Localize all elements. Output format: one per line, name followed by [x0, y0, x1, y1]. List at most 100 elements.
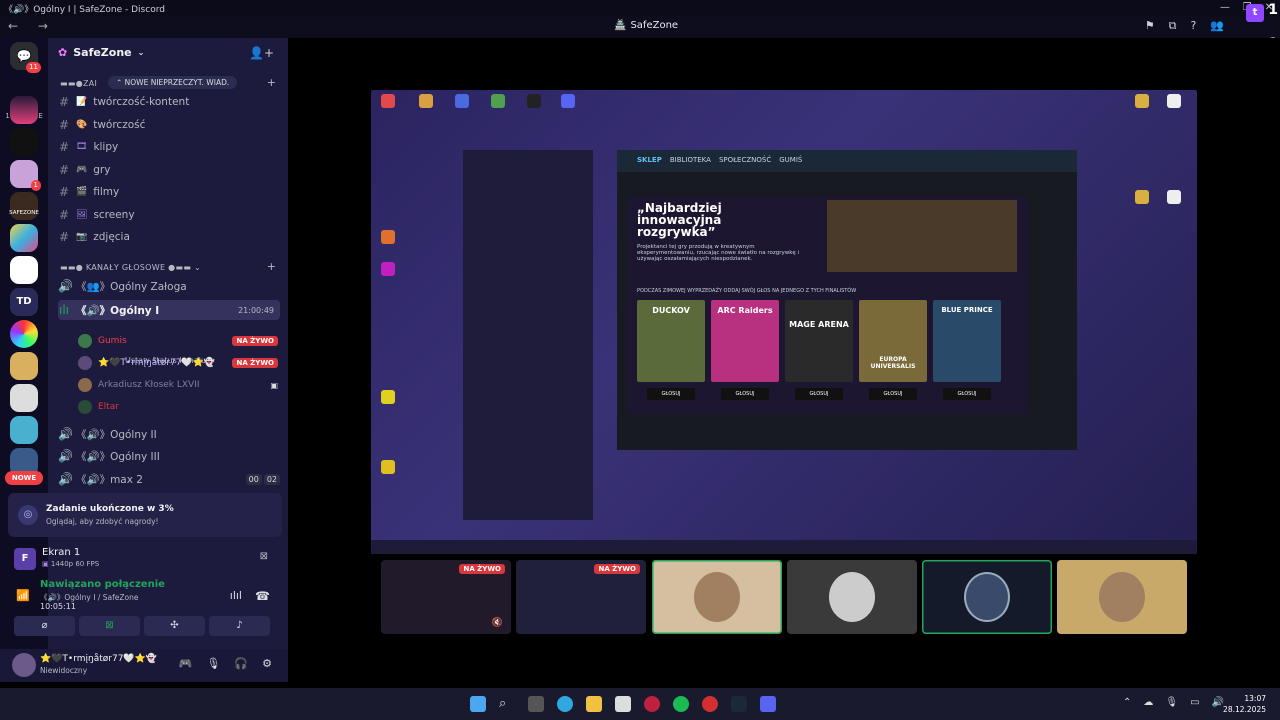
chevron-up-icon[interactable]: ⌃: [1123, 697, 1131, 708]
task-view-icon[interactable]: [528, 696, 544, 712]
user-name[interactable]: ⭐🖤T•rmįŋåtør77🤍⭐👻: [40, 654, 157, 664]
add-channel-icon[interactable]: +: [267, 76, 276, 89]
search-icon[interactable]: ⌕: [499, 696, 515, 712]
voice-user[interactable]: Gumis NA ŻYWO: [78, 332, 278, 350]
server-icon[interactable]: [10, 384, 38, 412]
participant-tile[interactable]: [922, 560, 1052, 634]
quest-subtitle: Oglądaj, aby zdobyć nagrody!: [46, 517, 159, 526]
user-name: Eltar: [98, 402, 119, 412]
server-icon[interactable]: [10, 128, 38, 156]
members-icon[interactable]: 👥: [1210, 19, 1224, 33]
popout-icon[interactable]: ⧉: [1169, 19, 1177, 33]
stop-stream-icon[interactable]: ⊠: [260, 551, 268, 562]
server-icon[interactable]: 1: [10, 160, 41, 191]
channel-screeny[interactable]: # 🖼 screeny: [58, 205, 280, 225]
voice-channel-ogolny-2[interactable]: 🔊 《🔊》Ogólny II: [58, 424, 280, 444]
voice-channel-ogolny-3[interactable]: 🔊 《🔊》Ogólny III: [58, 446, 280, 466]
channel-emoji: 🎞: [76, 142, 88, 152]
discord-icon[interactable]: [760, 696, 776, 712]
voice-user[interactable]: Arkadiusz Kłosek LXVII ▣: [78, 376, 278, 394]
server-icon[interactable]: [10, 416, 38, 444]
participant-tile[interactable]: NA ŻYWO 🔇: [381, 560, 511, 634]
category-header[interactable]: ▬▬●ZAI: [60, 79, 97, 88]
voice-user[interactable]: Eltar: [78, 398, 278, 416]
channel-filmy[interactable]: # 🎬 filmy: [58, 182, 280, 202]
new-unread-pill[interactable]: NOWE: [5, 471, 43, 485]
server-icon[interactable]: [10, 256, 38, 284]
direct-messages-button[interactable]: 💬 11: [10, 42, 41, 73]
steam-nav: SKLEP BIBLIOTEKA SPOŁECZNOŚĆ GUMIŚ: [617, 150, 1077, 172]
channel-tworczosc[interactable]: # 🎨 twórczość: [58, 115, 280, 135]
opera-icon[interactable]: [644, 696, 660, 712]
flag-icon[interactable]: ⚑: [1145, 19, 1155, 33]
channel-klipy[interactable]: # 🎞 klipy: [58, 137, 280, 157]
voice-category-header[interactable]: ▬▬● KANAŁY GŁOSOWE ●▬▬ ⌄: [60, 263, 201, 272]
signal-icon[interactable]: 📶: [16, 589, 30, 602]
steam-nav-item: SKLEP: [637, 156, 662, 164]
user-controls: 🎮 🎙 🎧 ⚙: [179, 657, 272, 670]
gamepad-icon[interactable]: 🎮: [179, 657, 193, 670]
edge-icon[interactable]: [557, 696, 573, 712]
history-arrows[interactable]: ← →: [8, 19, 56, 33]
clock-date: 28.12.2025: [1223, 705, 1266, 714]
server-icon[interactable]: [10, 320, 38, 348]
voice-status[interactable]: Nawiązano połączenie: [40, 579, 165, 590]
hash-icon: #: [58, 95, 70, 109]
store-icon[interactable]: [615, 696, 631, 712]
server-header[interactable]: ✿ SafeZone ⌄: [58, 46, 144, 59]
channel-gry[interactable]: # 🎮 gry: [58, 160, 280, 180]
channel-timer: 21:00:49: [238, 305, 274, 315]
game-card: BLUE PRINCE: [933, 300, 1001, 382]
counter-current: 00: [245, 473, 262, 485]
spotify-icon[interactable]: [673, 696, 689, 712]
screen-share-button[interactable]: ⊠: [79, 616, 140, 636]
stream-video[interactable]: SKLEP BIBLIOTEKA SPOŁECZNOŚĆ GUMIŚ „Najb…: [371, 90, 1197, 554]
clock[interactable]: 13:07 28.12.2025: [1223, 693, 1266, 715]
voice-channel-ogolny-1[interactable]: ılı 《🔊》Ogólny I 21:00:49: [58, 300, 280, 320]
camera-off-button[interactable]: ⌀: [14, 616, 75, 636]
disconnect-icon[interactable]: ☎: [255, 589, 270, 603]
app-icon[interactable]: [702, 696, 718, 712]
system-tray: ⌃ ☁ 🎙 ▭ 🔊: [1123, 697, 1224, 708]
channel-tworczosc-kontent[interactable]: # 📝 twórczość-kontent: [58, 92, 280, 112]
server-icon[interactable]: [10, 352, 38, 380]
channel-label: twórczość-kontent: [93, 96, 190, 108]
vote-button: GŁOSUJ: [869, 388, 917, 400]
server-icon[interactable]: [10, 96, 38, 124]
participant-tile[interactable]: [1057, 560, 1187, 634]
game-title: EUROPA UNIVERSALIS: [870, 356, 916, 370]
help-icon[interactable]: ?: [1190, 19, 1196, 33]
server-icon[interactable]: [10, 224, 38, 252]
server-icon[interactable]: TD: [10, 288, 38, 316]
noise-suppression-icon[interactable]: ılıl: [230, 589, 242, 602]
participant-tile[interactable]: NA ŻYWO: [516, 560, 646, 634]
file-explorer-icon[interactable]: [586, 696, 602, 712]
microphone-icon[interactable]: 🎙: [206, 657, 220, 670]
voice-channel-zaloga[interactable]: 🔊 《👥》Ogólny Załoga: [58, 276, 280, 296]
headphones-icon[interactable]: 🎧: [234, 657, 248, 670]
gear-icon[interactable]: ⚙: [262, 657, 272, 670]
quest-card[interactable]: ◎ Zadanie ukończone w 3% Oglądaj, aby zd…: [8, 493, 282, 537]
participant-tile[interactable]: [652, 560, 782, 634]
activities-button[interactable]: ✣: [144, 616, 205, 636]
add-voice-channel-icon[interactable]: +: [267, 260, 276, 273]
channel-zdjecia[interactable]: # 📷 zdjęcia: [58, 227, 280, 247]
display-icon[interactable]: ▭: [1190, 697, 1199, 708]
steam-icon[interactable]: [731, 696, 747, 712]
voice-channel-max-2[interactable]: 🔊 《🔊》max 2 00 02: [58, 469, 280, 489]
microphone-icon[interactable]: 🎙: [1165, 697, 1178, 708]
live-badge: NA ŻYWO: [594, 564, 640, 574]
window-title: 《🔊》Ogólny I | SafeZone - Discord: [4, 4, 165, 15]
minimize-button[interactable]: —: [1214, 0, 1236, 16]
soundboard-button[interactable]: ♪: [209, 616, 270, 636]
avatar[interactable]: [12, 653, 36, 677]
channel-label: screeny: [93, 209, 135, 221]
voice-user[interactable]: ⭐🖤T•rmįŋåtør77🤍⭐👻 NA ŻYWO: [78, 354, 278, 372]
network-icon[interactable]: ☁: [1143, 697, 1153, 708]
invite-icon[interactable]: 👤+: [249, 46, 274, 60]
participant-tile[interactable]: [787, 560, 917, 634]
screen-share-panel[interactable]: F Ekran 1 ▣ 1440p 60 FPS ⊠: [8, 545, 282, 573]
start-icon[interactable]: [470, 696, 486, 712]
toolbar-icons: ⚑ ⧉ ? 👥: [1145, 19, 1224, 33]
unread-messages-pill[interactable]: ⌃ NOWE NIEPRZECZYT. WIAD.: [108, 76, 238, 89]
